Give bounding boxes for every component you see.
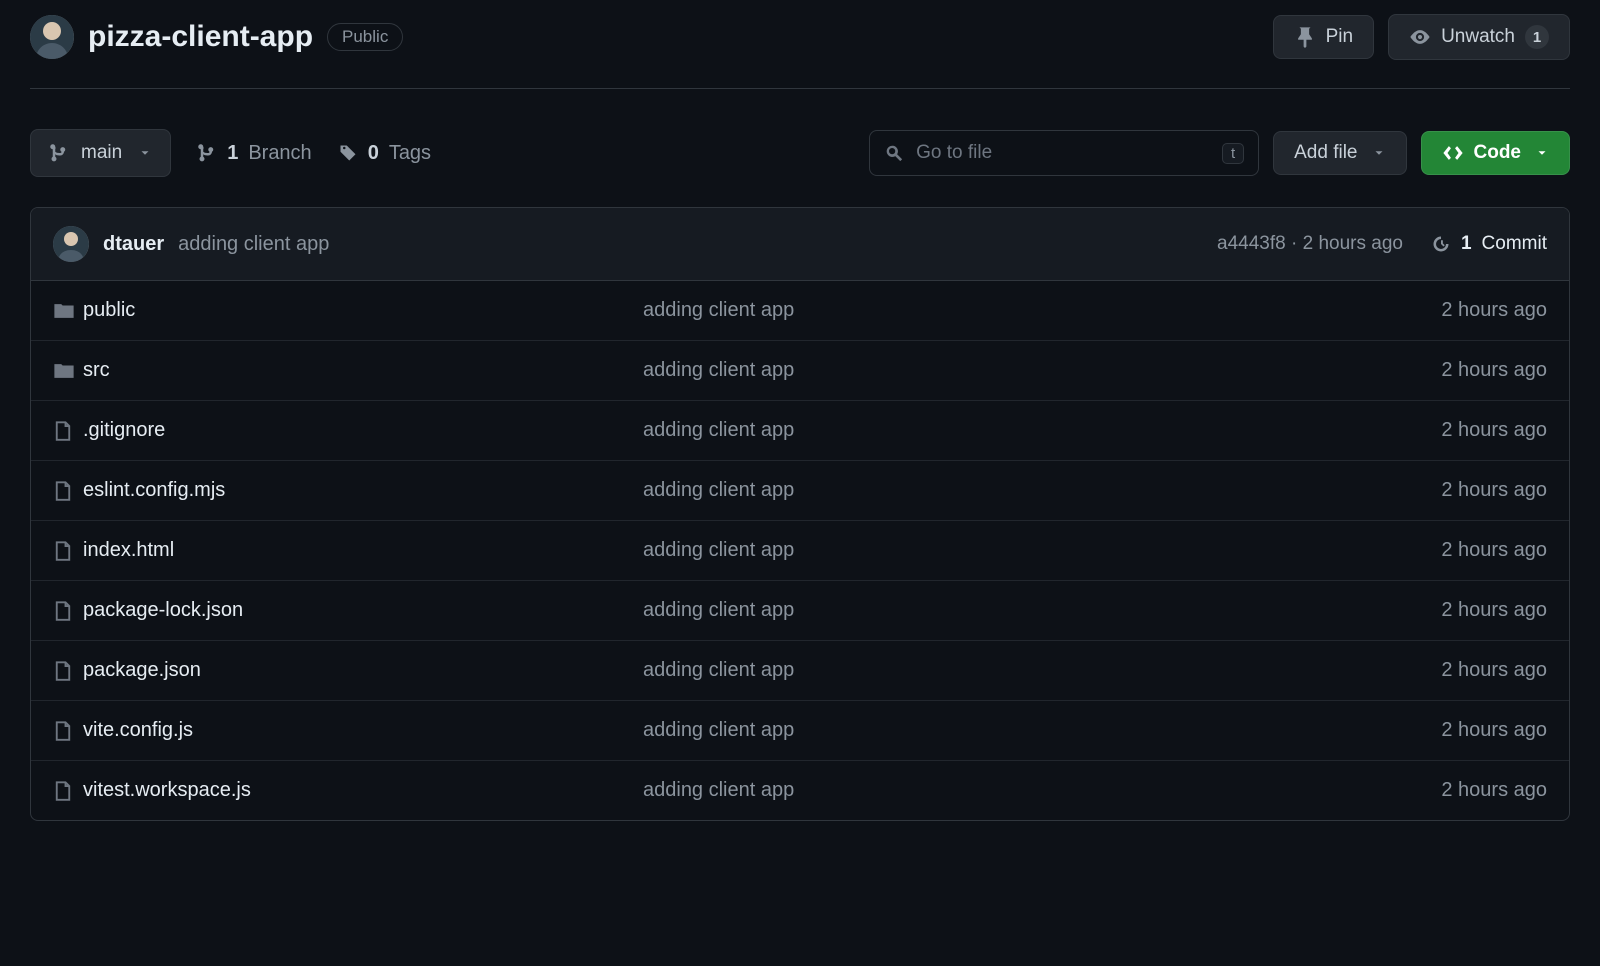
header-actions: Pin Unwatch 1 bbox=[1273, 14, 1570, 60]
file-row: srcadding client app2 hours ago bbox=[31, 341, 1569, 401]
file-time: 2 hours ago bbox=[1441, 779, 1547, 802]
repo-header: pizza-client-app Public Pin Unwatch 1 bbox=[30, 0, 1570, 89]
file-row: eslint.config.mjsadding client app2 hour… bbox=[31, 461, 1569, 521]
file-name[interactable]: index.html bbox=[83, 539, 643, 562]
repo-toolbar: main 1 Branch 0 Tags bbox=[30, 89, 1570, 207]
file-name[interactable]: package.json bbox=[83, 659, 643, 682]
file-row: vitest.workspace.jsadding client app2 ho… bbox=[31, 761, 1569, 820]
file-time: 2 hours ago bbox=[1441, 419, 1547, 442]
search-icon bbox=[884, 143, 904, 163]
file-commit-message[interactable]: adding client app bbox=[643, 479, 1441, 502]
file-time: 2 hours ago bbox=[1441, 539, 1547, 562]
file-search-input[interactable] bbox=[916, 142, 1210, 164]
unwatch-button[interactable]: Unwatch 1 bbox=[1388, 14, 1570, 60]
file-commit-message[interactable]: adding client app bbox=[643, 419, 1441, 442]
commit-sep: · bbox=[1291, 233, 1297, 254]
commit-author[interactable]: dtauer bbox=[103, 233, 164, 256]
file-row: publicadding client app2 hours ago bbox=[31, 281, 1569, 341]
git-branch-icon bbox=[197, 143, 217, 163]
file-row: .gitignoreadding client app2 hours ago bbox=[31, 401, 1569, 461]
pin-icon bbox=[1294, 26, 1316, 48]
file-time: 2 hours ago bbox=[1441, 299, 1547, 322]
commit-message[interactable]: adding client app bbox=[178, 233, 329, 256]
repo-title-group: pizza-client-app Public bbox=[30, 15, 403, 59]
commit-time: 2 hours ago bbox=[1303, 233, 1403, 254]
caret-down-icon bbox=[1535, 146, 1549, 160]
file-commit-message[interactable]: adding client app bbox=[643, 779, 1441, 802]
watch-count: 1 bbox=[1525, 25, 1549, 49]
file-time: 2 hours ago bbox=[1441, 719, 1547, 742]
pin-button[interactable]: Pin bbox=[1273, 15, 1374, 59]
file-icon bbox=[53, 540, 83, 562]
file-name[interactable]: vite.config.js bbox=[83, 719, 643, 742]
file-icon bbox=[53, 480, 83, 502]
tag-count: 0 bbox=[368, 142, 379, 165]
commit-count-label: Commit bbox=[1482, 233, 1547, 255]
file-commit-message[interactable]: adding client app bbox=[643, 299, 1441, 322]
file-time: 2 hours ago bbox=[1441, 479, 1547, 502]
add-file-label: Add file bbox=[1294, 142, 1357, 164]
tag-label: Tags bbox=[389, 142, 431, 165]
kbd-hint: t bbox=[1222, 143, 1244, 164]
file-commit-message[interactable]: adding client app bbox=[643, 719, 1441, 742]
file-name[interactable]: package-lock.json bbox=[83, 599, 643, 622]
caret-down-icon bbox=[138, 146, 152, 160]
branch-count: 1 bbox=[227, 142, 238, 165]
commit-sha[interactable]: a4443f8 bbox=[1217, 233, 1286, 254]
file-name[interactable]: vitest.workspace.js bbox=[83, 779, 643, 802]
tags-link[interactable]: 0 Tags bbox=[338, 142, 431, 165]
caret-down-icon bbox=[1372, 146, 1386, 160]
unwatch-label: Unwatch bbox=[1441, 26, 1515, 48]
commit-count-num: 1 bbox=[1461, 233, 1472, 255]
git-branch-icon bbox=[49, 143, 69, 163]
folder-icon bbox=[53, 360, 83, 382]
file-commit-message[interactable]: adding client app bbox=[643, 659, 1441, 682]
add-file-button[interactable]: Add file bbox=[1273, 131, 1406, 175]
code-button[interactable]: Code bbox=[1421, 131, 1571, 175]
file-listing: dtauer adding client app a4443f8 · 2 hou… bbox=[30, 207, 1570, 821]
file-icon bbox=[53, 660, 83, 682]
latest-commit-row: dtauer adding client app a4443f8 · 2 hou… bbox=[31, 208, 1569, 281]
eye-icon bbox=[1409, 26, 1431, 48]
branch-switcher[interactable]: main bbox=[30, 129, 171, 177]
file-time: 2 hours ago bbox=[1441, 659, 1547, 682]
file-icon bbox=[53, 720, 83, 742]
file-commit-message[interactable]: adding client app bbox=[643, 599, 1441, 622]
branch-label: Branch bbox=[248, 142, 311, 165]
file-icon bbox=[53, 600, 83, 622]
file-icon bbox=[53, 420, 83, 442]
file-time: 2 hours ago bbox=[1441, 599, 1547, 622]
folder-icon bbox=[53, 300, 83, 322]
history-icon bbox=[1431, 234, 1451, 254]
file-name[interactable]: src bbox=[83, 359, 643, 382]
code-label: Code bbox=[1474, 142, 1522, 164]
file-row: package.jsonadding client app2 hours ago bbox=[31, 641, 1569, 701]
file-time: 2 hours ago bbox=[1441, 359, 1547, 382]
file-name[interactable]: eslint.config.mjs bbox=[83, 479, 643, 502]
file-name[interactable]: public bbox=[83, 299, 643, 322]
owner-avatar[interactable] bbox=[30, 15, 74, 59]
code-icon bbox=[1442, 142, 1464, 164]
file-commit-message[interactable]: adding client app bbox=[643, 359, 1441, 382]
pin-label: Pin bbox=[1326, 26, 1353, 48]
tag-icon bbox=[338, 143, 358, 163]
file-row: index.htmladding client app2 hours ago bbox=[31, 521, 1569, 581]
visibility-badge: Public bbox=[327, 23, 403, 51]
commit-author-avatar[interactable] bbox=[53, 226, 89, 262]
branches-link[interactable]: 1 Branch bbox=[197, 142, 312, 165]
file-search[interactable]: t bbox=[869, 130, 1259, 176]
file-row: package-lock.jsonadding client app2 hour… bbox=[31, 581, 1569, 641]
branch-name: main bbox=[81, 142, 122, 164]
file-name[interactable]: .gitignore bbox=[83, 419, 643, 442]
repo-name[interactable]: pizza-client-app bbox=[88, 20, 313, 54]
commits-link[interactable]: 1 Commit bbox=[1431, 233, 1547, 255]
file-row: vite.config.jsadding client app2 hours a… bbox=[31, 701, 1569, 761]
file-icon bbox=[53, 780, 83, 802]
file-commit-message[interactable]: adding client app bbox=[643, 539, 1441, 562]
